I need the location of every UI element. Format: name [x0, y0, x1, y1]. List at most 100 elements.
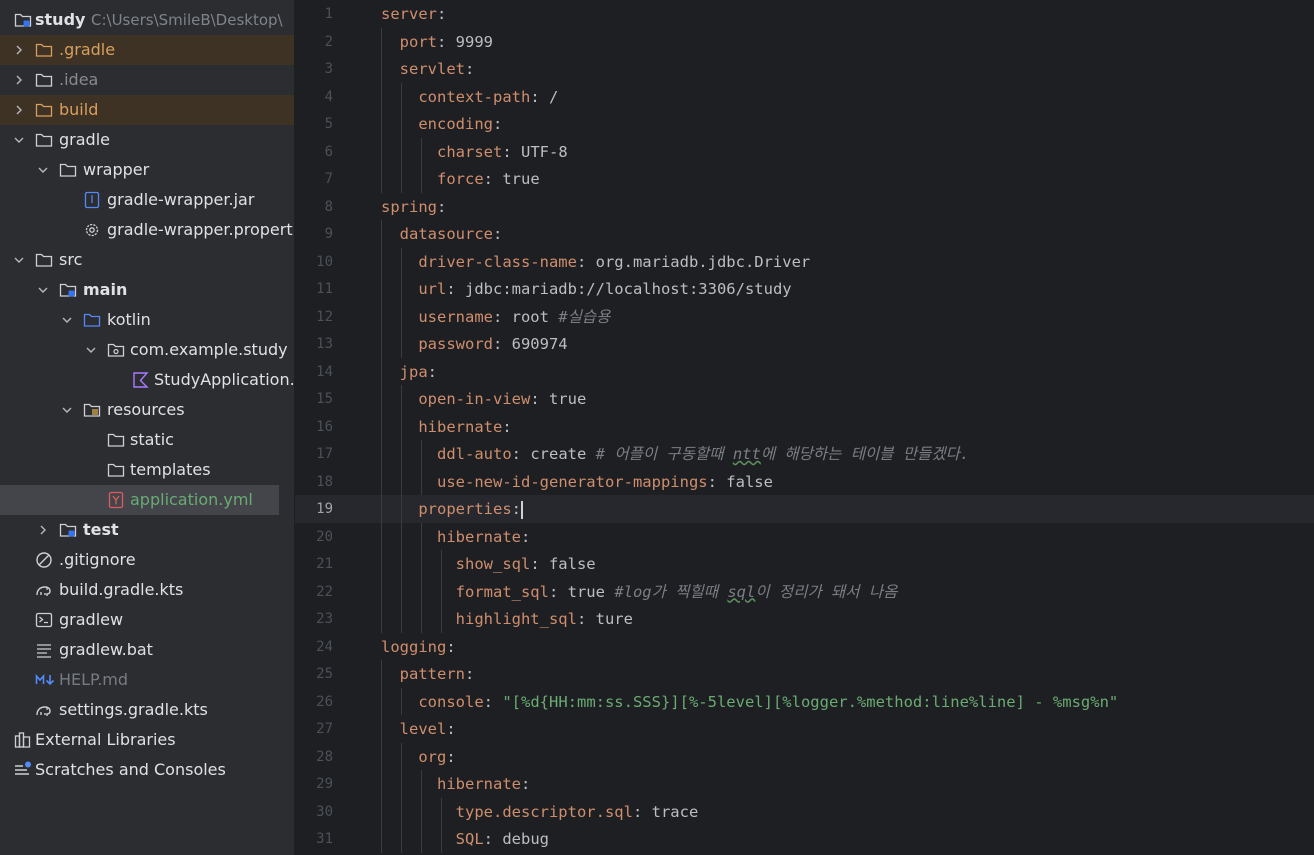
code-line[interactable]: charset: UTF-8: [381, 142, 568, 162]
code-line[interactable]: use-new-id-generator-mappings: false: [381, 472, 773, 492]
tree-row-wrapper[interactable]: wrapper: [0, 155, 294, 185]
code-line[interactable]: hibernate:: [381, 774, 530, 794]
code-text: :: [521, 775, 531, 793]
code-text: :: [492, 115, 503, 133]
tree-row-test[interactable]: test: [0, 515, 294, 545]
folder-icon: [35, 131, 53, 149]
tree-label: src: [59, 250, 83, 269]
code-line[interactable]: org:: [381, 747, 456, 767]
code-line[interactable]: console: "[%d{HH:mm:ss.SSS}][%-5level][%…: [381, 692, 1118, 712]
code-text: : false: [707, 472, 773, 491]
code-line[interactable]: open-in-view: true: [381, 389, 586, 409]
chevron-down-icon[interactable]: [62, 405, 72, 415]
folder-icon: [35, 41, 53, 59]
code-line[interactable]: type.descriptor.sql: trace: [381, 802, 699, 822]
code-line[interactable]: server:: [381, 4, 446, 24]
tree-row-gradle-wrapper-jar[interactable]: gradle-wrapper.jar: [0, 185, 294, 215]
code-line[interactable]: show_sql: false: [381, 554, 596, 574]
tree-row-static[interactable]: static: [0, 425, 294, 455]
code-text: : true: [530, 390, 587, 408]
line-number: 24: [316, 638, 333, 655]
folder-icon: [35, 101, 53, 119]
tree-label: External Libraries: [35, 730, 176, 749]
kotlin-file-icon: [131, 371, 149, 389]
line-number: 23: [316, 611, 333, 627]
yaml-key: format_sql: [455, 582, 549, 601]
code-line[interactable]: properties:: [381, 499, 523, 519]
chevron-down-icon[interactable]: [62, 315, 72, 325]
tree-row-gradle[interactable]: gradle: [0, 125, 294, 155]
code-line[interactable]: spring:: [381, 197, 446, 217]
code-line[interactable]: level:: [381, 719, 456, 739]
tree-row-gitignore[interactable]: .gitignore: [0, 545, 294, 575]
line-number: 15: [316, 391, 333, 407]
code-line[interactable]: ddl-auto: create # 어플이 구동할때 ntt에 해당하는 테이…: [381, 444, 969, 464]
chevron-down-icon[interactable]: [86, 345, 96, 355]
tree-row-gradle-wrapper-properties[interactable]: gradle-wrapper.properties: [0, 215, 294, 245]
yaml-key: servlet: [399, 60, 465, 78]
code-text: :: [446, 747, 456, 766]
code-editor[interactable]: 1 2 3 4 5 6 7 8 9 10 11 12 13 14 15 16 17 18 19 20 21 22 23 24 2…: [295, 0, 1314, 855]
code-line[interactable]: datasource:: [381, 224, 503, 244]
tree-row-idea[interactable]: .idea: [0, 65, 294, 95]
yaml-key: server: [381, 5, 437, 23]
chevron-right-icon[interactable]: [38, 525, 48, 535]
tree-row-scratches[interactable]: Scratches and Consoles: [0, 755, 294, 785]
code-line[interactable]: username: root #실습용: [381, 307, 610, 327]
chevron-right-icon[interactable]: [14, 75, 24, 85]
chevron-right-icon[interactable]: [14, 45, 24, 55]
tree-row-dot-gradle[interactable]: .gradle: [0, 35, 294, 65]
tree-row-build[interactable]: build: [0, 95, 294, 125]
code-line[interactable]: servlet:: [381, 59, 475, 79]
code-line[interactable]: highlight_sql: ture: [381, 609, 633, 629]
code-line[interactable]: password: 690974: [381, 334, 567, 354]
tree-label: gradlew: [59, 610, 124, 629]
gradle-elephant-icon: [35, 581, 53, 599]
code-line[interactable]: force: true: [381, 169, 540, 189]
tree-row-main[interactable]: main: [0, 275, 294, 305]
chevron-down-icon[interactable]: [14, 135, 24, 145]
code-text: : false: [530, 555, 596, 573]
tree-row-src[interactable]: src: [0, 245, 294, 275]
chevron-right-icon[interactable]: [14, 105, 24, 115]
tree-row-settings-gradle-kts[interactable]: settings.gradle.kts: [0, 695, 294, 725]
chevron-down-icon[interactable]: [38, 165, 48, 175]
tree-row-package[interactable]: com.example.study: [0, 335, 294, 365]
tree-row-study-application[interactable]: StudyApplication.kt: [0, 365, 294, 395]
tree-row-study[interactable]: study C:\Users\SmileB\Desktop\: [0, 5, 294, 35]
code-line[interactable]: url: jdbc:mariadb://localhost:3306/study: [381, 279, 791, 299]
line-number: 14: [316, 363, 333, 380]
tree-row-gradlew[interactable]: gradlew: [0, 605, 294, 635]
tree-row-resources[interactable]: resources: [0, 395, 294, 425]
chevron-down-icon[interactable]: [14, 255, 24, 265]
code-line[interactable]: driver-class-name: org.mariadb.jdbc.Driv…: [381, 252, 810, 272]
resources-folder-icon: [83, 401, 101, 419]
code-line[interactable]: encoding:: [381, 114, 502, 134]
code-line[interactable]: hibernate:: [381, 417, 511, 437]
code-text: : org.mariadb.jdbc.Driver: [576, 252, 811, 271]
chevron-down-icon[interactable]: [38, 285, 48, 295]
code-line[interactable]: logging:: [381, 637, 456, 657]
tree-row-gradlew-bat[interactable]: gradlew.bat: [0, 635, 294, 665]
code-line[interactable]: pattern:: [381, 664, 475, 684]
tree-row-help-md[interactable]: HELP.md: [0, 665, 294, 695]
code-line[interactable]: SQL: debug: [381, 829, 549, 849]
code-line[interactable]: jpa:: [381, 362, 437, 382]
tree-row-application-yml[interactable]: application.yml: [0, 485, 279, 515]
code-text: :: [465, 665, 475, 683]
yaml-key: hibernate: [437, 527, 521, 546]
tree-row-build-gradle-kts[interactable]: build.gradle.kts: [0, 575, 294, 605]
tree-row-kotlin[interactable]: kotlin: [0, 305, 294, 335]
tree-row-templates[interactable]: templates: [0, 455, 294, 485]
line-number: 3: [324, 61, 333, 77]
code-line[interactable]: format_sql: true #log가 찍힐때 sql이 정리가 돼서 나…: [381, 582, 898, 602]
code-line[interactable]: port: 9999: [381, 32, 493, 52]
tree-row-external-libraries[interactable]: External Libraries: [0, 725, 294, 755]
scratches-icon: [14, 761, 32, 779]
code-line[interactable]: hibernate:: [381, 527, 530, 547]
code-line[interactable]: context-path: /: [381, 87, 558, 107]
code-text: :: [446, 720, 456, 738]
